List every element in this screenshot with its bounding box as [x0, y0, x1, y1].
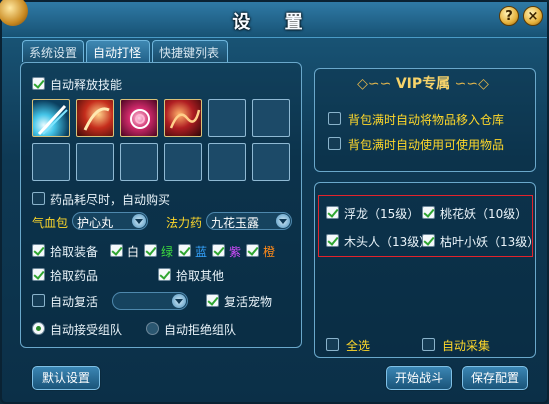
monster-fulong-checkbox[interactable]	[326, 206, 339, 219]
pick-other-label: 拾取其他	[176, 269, 225, 283]
flame-slash-skill-icon[interactable]	[76, 99, 114, 137]
mp-potion-dropdown[interactable]: 九花玉露	[206, 212, 292, 230]
pick-other-checkbox[interactable]	[158, 268, 171, 281]
skill-slot-12[interactable]	[252, 143, 290, 181]
revive-pet-checkbox[interactable]	[206, 294, 219, 307]
vip-ornament-left-icon: ◇∽∽	[357, 76, 396, 92]
dragon-skill-icon[interactable]	[164, 99, 202, 137]
save-config-button[interactable]: 保存配置	[462, 366, 528, 390]
revive-dropdown[interactable]	[112, 292, 188, 310]
auto-revive-checkbox[interactable]	[32, 294, 45, 307]
chevron-down-icon	[276, 214, 290, 228]
skill-slot-7[interactable]	[32, 143, 70, 181]
skill-slot-5[interactable]	[208, 99, 246, 137]
auto-buy-checkbox[interactable]	[32, 192, 45, 205]
help-button[interactable]: ?	[499, 6, 519, 26]
tab-system-settings[interactable]: 系统设置	[22, 40, 84, 62]
vip-auto-use-checkbox[interactable]	[328, 137, 341, 150]
vip-title-text: VIP专属	[395, 76, 451, 92]
auto-skill-label: 自动释放技能	[50, 78, 123, 92]
auto-gather-checkbox[interactable]	[422, 338, 435, 351]
monster-leaf-imp-checkbox[interactable]	[422, 234, 435, 247]
title-bar[interactable]: 设 置 ? ×	[0, 0, 547, 38]
color-green-label: 绿	[161, 245, 174, 259]
close-button[interactable]: ×	[523, 6, 543, 26]
mp-potion-value: 九花玉露	[211, 216, 260, 230]
color-orange-label: 橙	[263, 245, 276, 259]
start-battle-button[interactable]: 开始战斗	[386, 366, 452, 390]
color-purple-label: 紫	[229, 245, 242, 259]
monster-peach-demon-checkbox[interactable]	[422, 206, 435, 219]
pick-equip-label: 拾取装备	[50, 245, 99, 259]
select-all-label: 全选	[346, 339, 371, 353]
monster-wooden-man-label: 木头人（13级）	[344, 235, 432, 249]
skill-slot-8[interactable]	[76, 143, 114, 181]
color-white-label: 白	[127, 245, 140, 259]
revive-pet-label: 复活宠物	[224, 295, 273, 309]
hp-potion-value: 护心丸	[77, 216, 114, 230]
hp-potion-label: 气血包	[32, 216, 69, 230]
monster-wooden-man-checkbox[interactable]	[326, 234, 339, 247]
default-settings-button[interactable]: 默认设置	[32, 366, 100, 390]
auto-buy-label: 药品耗尽时，自动购买	[50, 193, 171, 207]
vip-auto-use-label: 背包满时自动使用可使用物品	[348, 138, 505, 152]
auto-gather-label: 自动采集	[442, 339, 491, 353]
vip-move-to-storage-label: 背包满时自动将物品移入仓库	[348, 113, 505, 127]
color-orange-checkbox[interactable]	[246, 244, 259, 257]
select-all-checkbox[interactable]	[326, 338, 339, 351]
window-title: 设 置	[232, 12, 317, 33]
pick-equip-checkbox[interactable]	[32, 244, 45, 257]
auto-skill-checkbox[interactable]	[32, 77, 45, 90]
tab-auto-combat[interactable]: 自动打怪	[86, 40, 150, 62]
color-green-checkbox[interactable]	[144, 244, 157, 257]
vip-move-to-storage-checkbox[interactable]	[328, 112, 341, 125]
vip-ornament-right-icon: ∽∽◇	[450, 76, 489, 92]
reject-team-radio[interactable]	[146, 322, 159, 335]
hp-potion-dropdown[interactable]: 护心丸	[72, 212, 148, 230]
accept-team-radio[interactable]	[32, 322, 45, 335]
blade-skill-icon[interactable]	[32, 99, 70, 137]
chevron-down-icon	[172, 294, 186, 308]
monster-leaf-imp-label: 枯叶小妖（13级）	[440, 235, 540, 249]
chevron-down-icon	[132, 214, 146, 228]
mp-potion-label: 法力药	[166, 216, 203, 230]
monster-peach-demon-label: 桃花妖（10级）	[440, 207, 528, 221]
skill-slot-10[interactable]	[164, 143, 202, 181]
vip-title: ◇∽∽ VIP专属 ∽∽◇	[318, 73, 528, 97]
pick-drug-label: 拾取药品	[50, 269, 99, 283]
skill-slot-9[interactable]	[120, 143, 158, 181]
color-blue-label: 蓝	[195, 245, 208, 259]
pick-drug-checkbox[interactable]	[32, 268, 45, 281]
vortex-skill-icon[interactable]	[120, 99, 158, 137]
monster-fulong-label: 浮龙（15级）	[344, 207, 420, 221]
tab-shortcut-list[interactable]: 快捷键列表	[152, 40, 228, 62]
skill-slot-11[interactable]	[208, 143, 246, 181]
auto-revive-label: 自动复活	[50, 295, 99, 309]
color-purple-checkbox[interactable]	[212, 244, 225, 257]
skill-slot-6[interactable]	[252, 99, 290, 137]
color-white-checkbox[interactable]	[110, 244, 123, 257]
accept-team-label: 自动接受组队	[50, 323, 123, 337]
reject-team-label: 自动拒绝组队	[164, 323, 237, 337]
color-blue-checkbox[interactable]	[178, 244, 191, 257]
settings-window: 设 置 ? × 系统设置 自动打怪 快捷键列表 自动释放技能 药品耗尽时，自动购…	[0, 0, 549, 404]
